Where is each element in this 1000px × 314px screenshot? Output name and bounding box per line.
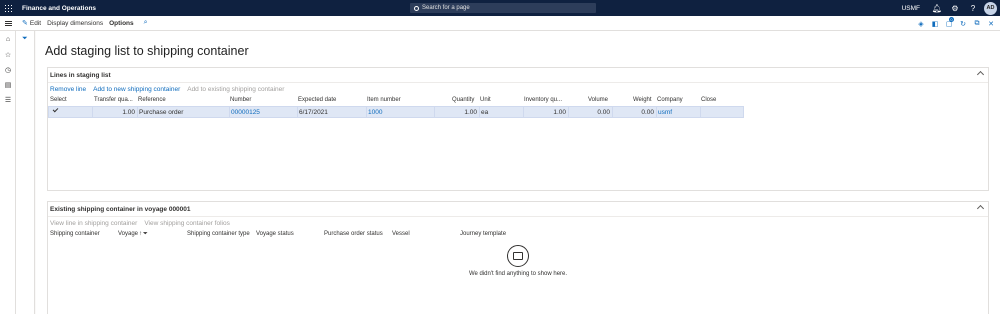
close-icon[interactable]: ✕ (984, 16, 998, 31)
cell-company-link[interactable]: usmf (658, 109, 672, 116)
view-container-folios-button: View shipping container folios (144, 219, 230, 227)
col-close[interactable]: Close (701, 97, 716, 103)
col-select[interactable]: Select (50, 97, 67, 103)
cell-reference[interactable]: Purchase order (139, 109, 183, 116)
home-icon[interactable]: ⌂ (0, 32, 16, 47)
staging-grid-header: Select Transfer qua... Reference Number … (48, 95, 988, 106)
pencil-icon: ✎ (22, 20, 28, 27)
top-nav-right: USMF 🔔︎ ⚙ ? AD (902, 0, 1000, 16)
checkmark-icon[interactable] (52, 106, 59, 113)
add-to-new-container-button[interactable]: Add to new shipping container (93, 86, 180, 93)
remove-line-button[interactable]: Remove line (50, 86, 86, 93)
column-filter-icon[interactable]: ⏷ (143, 231, 148, 237)
col-inventory-qty[interactable]: Inventory qu... (524, 97, 562, 103)
search-placeholder: Search for a page (422, 5, 470, 11)
cell-expected-date[interactable]: 6/17/2021 (299, 109, 328, 116)
col-quantity[interactable]: Quantity (452, 97, 474, 103)
search-input[interactable]: Search for a page (410, 3, 596, 13)
edit-button[interactable]: ✎ Edit (22, 19, 42, 28)
col-weight[interactable]: Weight (633, 97, 652, 103)
office-icon[interactable]: ◧ (928, 16, 942, 31)
staging-list-section: Lines in staging list Remove line Add to… (47, 67, 989, 191)
cell-quantity[interactable]: 1.00 (434, 109, 477, 116)
cell-inventory-qty[interactable]: 1.00 (523, 109, 566, 116)
empty-state: We didn't find anything to show here. (48, 245, 988, 277)
col-unit[interactable]: Unit (480, 97, 491, 103)
page-title: Add staging list to shipping container (45, 44, 249, 58)
staging-grid: Select Transfer qua... Reference Number … (48, 95, 988, 180)
app-launcher-icon[interactable] (0, 0, 16, 16)
col-voyage-status[interactable]: Voyage status (256, 231, 294, 237)
table-row[interactable]: 1.00 Purchase order 00000125 6/17/2021 1… (48, 106, 744, 118)
app-title: Finance and Operations (22, 4, 97, 12)
edit-label: Edit (29, 19, 42, 27)
col-expected-date[interactable]: Expected date (298, 97, 336, 103)
add-to-existing-container-button: Add to existing shipping container (187, 85, 285, 93)
col-shipping-container[interactable]: Shipping container (50, 231, 100, 237)
display-dimensions-label: Display dimensions (47, 19, 104, 27)
col-company[interactable]: Company (657, 97, 683, 103)
help-icon[interactable]: ? (964, 0, 982, 16)
col-reference[interactable]: Reference (138, 97, 166, 103)
col-container-type[interactable]: Shipping container type (187, 231, 250, 237)
col-volume[interactable]: Volume (588, 97, 608, 103)
collapse-chevron-icon[interactable] (976, 204, 985, 213)
filter-icon[interactable]: ⏷ (22, 35, 28, 43)
sort-ascending-icon: ↑ (139, 231, 143, 237)
modules-icon[interactable]: ☰ (0, 92, 16, 107)
action-pane: ✎ Edit Display dimensions Options ⌕ ◈ ◧ … (0, 16, 1000, 31)
top-nav-bar: Finance and Operations Search for a page… (0, 0, 1000, 16)
star-icon[interactable]: ☆ (0, 47, 16, 62)
container-grid-header: Shipping container Voyage↑⏷ Shipping con… (48, 229, 988, 240)
col-vessel[interactable]: Vessel (392, 231, 410, 237)
cell-item-number-link[interactable]: 1000 (368, 109, 382, 116)
options-label: Options (109, 19, 134, 27)
container-section-header[interactable]: Existing shipping container in voyage 00… (48, 202, 988, 217)
gear-icon[interactable]: ⚙ (946, 0, 964, 16)
open-new-window-icon[interactable]: ⧉ (970, 16, 984, 31)
staging-toolbar: Remove line Add to new shipping containe… (48, 83, 988, 95)
staging-section-title: Lines in staging list (50, 71, 111, 79)
display-dimensions-button[interactable]: Display dimensions (47, 20, 103, 27)
action-search-icon[interactable]: ⌕ (144, 19, 148, 27)
connector-icon[interactable]: ◈ (914, 16, 928, 31)
col-item-number[interactable]: Item number (367, 97, 401, 103)
action-pane-right: ◈ ◧ ▢ 0 ↻ ⧉ ✕ (914, 16, 998, 31)
bell-icon[interactable]: 🔔︎ (928, 0, 946, 16)
filter-pane: ⏷ (16, 31, 35, 314)
collapse-chevron-icon[interactable] (976, 70, 985, 79)
col-voyage[interactable]: Voyage↑⏷ (118, 231, 148, 238)
avatar[interactable]: AD (984, 1, 997, 15)
staging-section-header[interactable]: Lines in staging list (48, 68, 988, 83)
hamburger-menu-icon[interactable] (0, 16, 16, 31)
container-toolbar: View line in shipping container View shi… (48, 217, 988, 229)
col-journey-template[interactable]: Journey template (460, 231, 506, 237)
view-line-in-container-button: View line in shipping container (50, 219, 138, 227)
col-po-status[interactable]: Purchase order status (324, 231, 383, 237)
empty-box-icon (507, 245, 529, 267)
search-icon (414, 5, 419, 11)
notes-icon[interactable]: ▢ 0 (942, 16, 956, 31)
refresh-icon[interactable]: ↻ (956, 16, 970, 31)
left-nav-rail: ⌂ ☆ ◷ ▤ ☰ (0, 31, 16, 314)
existing-container-section: Existing shipping container in voyage 00… (47, 201, 989, 314)
cell-weight[interactable]: 0.00 (612, 109, 654, 116)
col-number[interactable]: Number (230, 97, 251, 103)
workspaces-icon[interactable]: ▤ (0, 77, 16, 92)
col-transfer-qty[interactable]: Transfer qua... (94, 97, 133, 103)
container-section-title: Existing shipping container in voyage 00… (50, 205, 191, 213)
cell-number-link[interactable]: 00000125 (231, 109, 260, 116)
main-content: Add staging list to shipping container L… (36, 31, 1000, 314)
cell-unit[interactable]: ea (481, 109, 488, 116)
options-tab[interactable]: Options (109, 20, 134, 27)
container-grid: Shipping container Voyage↑⏷ Shipping con… (48, 229, 988, 309)
empty-message: We didn't find anything to show here. (468, 271, 568, 277)
cell-transfer-qty[interactable]: 1.00 (92, 109, 135, 116)
clock-icon[interactable]: ◷ (0, 62, 16, 77)
cell-volume[interactable]: 0.00 (568, 109, 610, 116)
notes-badge: 0 (949, 17, 954, 22)
company-picker[interactable]: USMF (902, 5, 920, 12)
